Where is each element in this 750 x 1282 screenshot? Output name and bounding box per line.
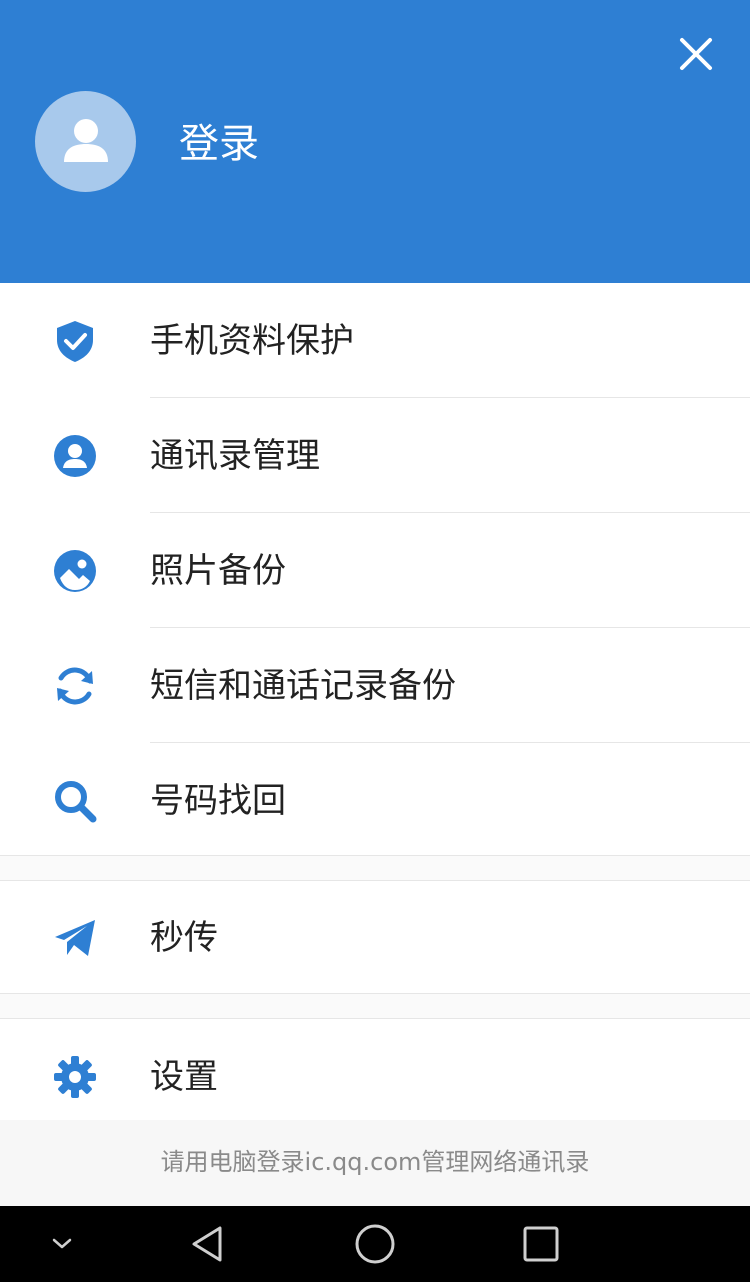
sync-icon — [52, 663, 98, 709]
menu-group-settings: 设置 — [0, 1018, 750, 1120]
person-icon — [63, 118, 108, 162]
login-link[interactable]: 登录 — [179, 118, 259, 170]
menu-item-label: 手机资料保护 — [150, 320, 354, 361]
home-button[interactable] — [335, 1206, 415, 1282]
recents-icon — [523, 1226, 559, 1262]
menu-item-quick-transfer[interactable]: 秒传 — [0, 881, 750, 995]
hide-nav-button[interactable] — [22, 1206, 102, 1282]
menu-item-contacts[interactable]: 通讯录管理 — [0, 398, 750, 513]
menu-item-sms-call-backup[interactable]: 短信和通话记录备份 — [0, 628, 750, 743]
menu-item-label: 秒传 — [150, 918, 218, 958]
gear-icon — [52, 1054, 98, 1100]
page: 登录 手机资料保护 通讯录管理 照片备份 短信和通话记录备份 号码找回 秒传 设… — [0, 0, 750, 1282]
menu-item-label: 照片备份 — [150, 550, 286, 591]
contact-icon — [52, 433, 98, 479]
close-icon — [680, 38, 712, 70]
menu-item-photo-backup[interactable]: 照片备份 — [0, 513, 750, 628]
home-icon — [355, 1224, 395, 1264]
menu-item-label: 设置 — [150, 1057, 218, 1097]
back-icon — [192, 1226, 222, 1262]
close-button[interactable] — [672, 30, 720, 78]
menu-item-label: 短信和通话记录备份 — [150, 665, 456, 706]
back-button[interactable] — [168, 1206, 248, 1282]
recents-button[interactable] — [501, 1206, 581, 1282]
photo-icon — [52, 548, 98, 594]
menu-item-label: 号码找回 — [150, 780, 286, 821]
menu-group-transfer: 秒传 — [0, 880, 750, 994]
avatar[interactable] — [35, 91, 136, 192]
menu-group-main: 手机资料保护 通讯录管理 照片备份 短信和通话记录备份 号码找回 — [0, 283, 750, 856]
menu-item-settings[interactable]: 设置 — [0, 1019, 750, 1121]
system-navigation-bar — [0, 1206, 750, 1282]
shield-check-icon — [52, 318, 98, 364]
search-icon — [52, 778, 98, 824]
menu-item-label: 通讯录管理 — [150, 435, 320, 476]
footer-note: 请用电脑登录ic.qq.com管理网络通讯录 — [0, 1120, 750, 1206]
chevron-down-icon — [52, 1238, 72, 1249]
menu-item-number-recovery[interactable]: 号码找回 — [0, 743, 750, 858]
menu-item-data-protection[interactable]: 手机资料保护 — [0, 283, 750, 398]
paper-plane-icon — [52, 915, 98, 961]
drawer-header: 登录 — [0, 0, 750, 283]
